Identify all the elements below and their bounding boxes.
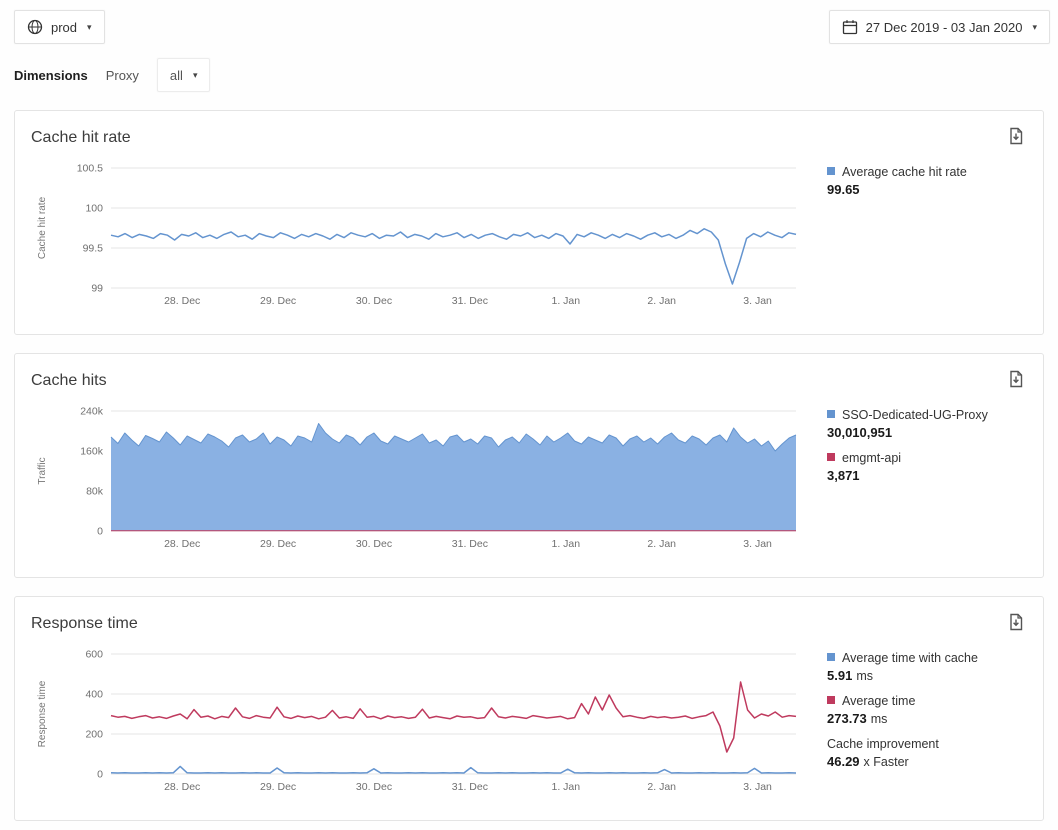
svg-text:29. Dec: 29. Dec bbox=[260, 781, 296, 793]
response-time-chart[interactable]: 0 200 400 600 28. Dec 29. Dec 30. Dec 31. Dec 1.… bbox=[31, 646, 811, 806]
svg-text:Traffic: Traffic bbox=[37, 457, 48, 484]
date-range-picker[interactable]: 27 Dec 2019 - 03 Jan 2020 ▾ bbox=[829, 10, 1050, 44]
cache-hit-rate-card: Cache hit rate 99 99.5 100 100.5 28. Dec 29. … bbox=[14, 110, 1044, 335]
svg-text:31. Dec: 31. Dec bbox=[452, 781, 488, 793]
export-report-button[interactable] bbox=[1005, 125, 1027, 150]
legend-value: 3,871 bbox=[827, 468, 860, 483]
legend-item[interactable]: Average time with cache 5.91 ms bbox=[827, 650, 1027, 685]
legend-label: Average time with cache bbox=[842, 651, 978, 665]
export-report-icon bbox=[1007, 370, 1025, 388]
svg-text:30. Dec: 30. Dec bbox=[356, 781, 392, 793]
svg-text:31. Dec: 31. Dec bbox=[452, 295, 488, 307]
svg-text:1. Jan: 1. Jan bbox=[551, 781, 580, 793]
card-title: Cache hit rate bbox=[31, 126, 131, 150]
globe-icon bbox=[27, 19, 43, 35]
chevron-down-icon: ▾ bbox=[87, 22, 92, 33]
dimensions-label: Dimensions bbox=[14, 68, 88, 83]
chevron-down-icon: ▾ bbox=[193, 70, 198, 81]
cache-hit-rate-chart[interactable]: 99 99.5 100 100.5 28. Dec 29. Dec 30. Dec 31. D… bbox=[31, 160, 811, 320]
legend-value: 30,010,951 bbox=[827, 425, 892, 440]
legend-item-cache-improvement: Cache improvement 46.29 x Faster bbox=[827, 736, 1027, 771]
legend-item[interactable]: SSO-Dedicated-UG-Proxy 30,010,951 bbox=[827, 407, 1027, 442]
legend-marker bbox=[827, 167, 835, 175]
svg-text:600: 600 bbox=[85, 649, 103, 661]
export-report-icon bbox=[1007, 613, 1025, 631]
filters-bar: Dimensions Proxy all ▾ bbox=[0, 44, 1058, 92]
legend-value-suffix: ms bbox=[856, 669, 873, 683]
export-report-button[interactable] bbox=[1005, 368, 1027, 393]
svg-text:28. Dec: 28. Dec bbox=[164, 295, 200, 307]
environment-label: prod bbox=[51, 20, 77, 35]
svg-text:3. Jan: 3. Jan bbox=[743, 295, 772, 307]
svg-text:31. Dec: 31. Dec bbox=[452, 538, 488, 550]
card-title: Cache hits bbox=[31, 369, 107, 393]
legend-label: Average cache hit rate bbox=[842, 165, 967, 179]
svg-text:200: 200 bbox=[85, 729, 103, 741]
chart-legend: Average time with cache 5.91 ms Average t… bbox=[811, 646, 1027, 806]
svg-text:80k: 80k bbox=[86, 486, 104, 498]
proxy-filter-value: all bbox=[170, 68, 183, 83]
cache-hits-chart[interactable]: 0 80k 160k 240k 28. Dec 29. Dec 30. Dec 31. Dec… bbox=[31, 403, 811, 563]
proxy-filter-select[interactable]: all ▾ bbox=[157, 58, 211, 92]
legend-label: emgmt-api bbox=[842, 451, 901, 465]
legend-item[interactable]: Average cache hit rate 99.65 bbox=[827, 164, 1027, 199]
svg-text:29. Dec: 29. Dec bbox=[260, 538, 296, 550]
svg-text:30. Dec: 30. Dec bbox=[356, 295, 392, 307]
svg-text:1. Jan: 1. Jan bbox=[551, 538, 580, 550]
proxy-label: Proxy bbox=[106, 68, 139, 83]
legend-item[interactable]: emgmt-api 3,871 bbox=[827, 450, 1027, 485]
svg-text:0: 0 bbox=[97, 526, 103, 538]
svg-text:30. Dec: 30. Dec bbox=[356, 538, 392, 550]
legend-value: 5.91 bbox=[827, 668, 852, 683]
legend-label: Average time bbox=[842, 694, 915, 708]
export-report-icon bbox=[1007, 127, 1025, 145]
dashboard-cards: Cache hit rate 99 99.5 100 100.5 28. Dec 29. … bbox=[0, 110, 1058, 821]
legend-marker bbox=[827, 453, 835, 461]
legend-marker bbox=[827, 653, 835, 661]
svg-text:3. Jan: 3. Jan bbox=[743, 538, 772, 550]
legend-item[interactable]: Average time 273.73 ms bbox=[827, 693, 1027, 728]
chart-legend: SSO-Dedicated-UG-Proxy 30,010,951 emgmt-… bbox=[811, 403, 1027, 563]
legend-marker bbox=[827, 410, 835, 418]
svg-text:28. Dec: 28. Dec bbox=[164, 538, 200, 550]
environment-selector[interactable]: prod ▾ bbox=[14, 10, 105, 44]
chart-legend: Average cache hit rate 99.65 bbox=[811, 160, 1027, 320]
svg-text:29. Dec: 29. Dec bbox=[260, 295, 296, 307]
svg-text:28. Dec: 28. Dec bbox=[164, 781, 200, 793]
chevron-down-icon: ▾ bbox=[1032, 22, 1037, 33]
export-report-button[interactable] bbox=[1005, 611, 1027, 636]
svg-text:99.5: 99.5 bbox=[83, 243, 104, 255]
legend-value: 99.65 bbox=[827, 182, 860, 197]
legend-marker bbox=[827, 696, 835, 704]
legend-label: SSO-Dedicated-UG-Proxy bbox=[842, 408, 988, 422]
svg-text:400: 400 bbox=[85, 689, 103, 701]
svg-text:Response time: Response time bbox=[37, 680, 48, 747]
svg-text:2. Jan: 2. Jan bbox=[647, 295, 676, 307]
legend-label: Cache improvement bbox=[827, 737, 939, 751]
svg-text:160k: 160k bbox=[80, 446, 104, 458]
date-range-label: 27 Dec 2019 - 03 Jan 2020 bbox=[866, 20, 1023, 35]
legend-value: 46.29 bbox=[827, 754, 860, 769]
legend-value: 273.73 bbox=[827, 711, 867, 726]
card-title: Response time bbox=[31, 612, 138, 636]
svg-text:240k: 240k bbox=[80, 406, 104, 418]
svg-text:Cache hit rate: Cache hit rate bbox=[37, 196, 48, 259]
svg-text:100: 100 bbox=[85, 203, 103, 215]
cache-hits-card: Cache hits 0 80k 160k 240k 28. Dec 29. Dec 30.… bbox=[14, 353, 1044, 578]
svg-text:1. Jan: 1. Jan bbox=[551, 295, 580, 307]
svg-text:100.5: 100.5 bbox=[77, 163, 103, 175]
svg-text:3. Jan: 3. Jan bbox=[743, 781, 772, 793]
svg-text:2. Jan: 2. Jan bbox=[647, 781, 676, 793]
legend-value-suffix: x Faster bbox=[864, 755, 909, 769]
legend-value-suffix: ms bbox=[871, 712, 888, 726]
topbar: prod ▾ 27 Dec 2019 - 03 Jan 2020 ▾ bbox=[0, 0, 1058, 44]
calendar-icon bbox=[842, 19, 858, 35]
svg-text:2. Jan: 2. Jan bbox=[647, 538, 676, 550]
response-time-card: Response time 0 200 400 600 28. Dec 29. Dec 30… bbox=[14, 596, 1044, 821]
svg-text:99: 99 bbox=[91, 283, 103, 295]
svg-text:0: 0 bbox=[97, 769, 103, 781]
